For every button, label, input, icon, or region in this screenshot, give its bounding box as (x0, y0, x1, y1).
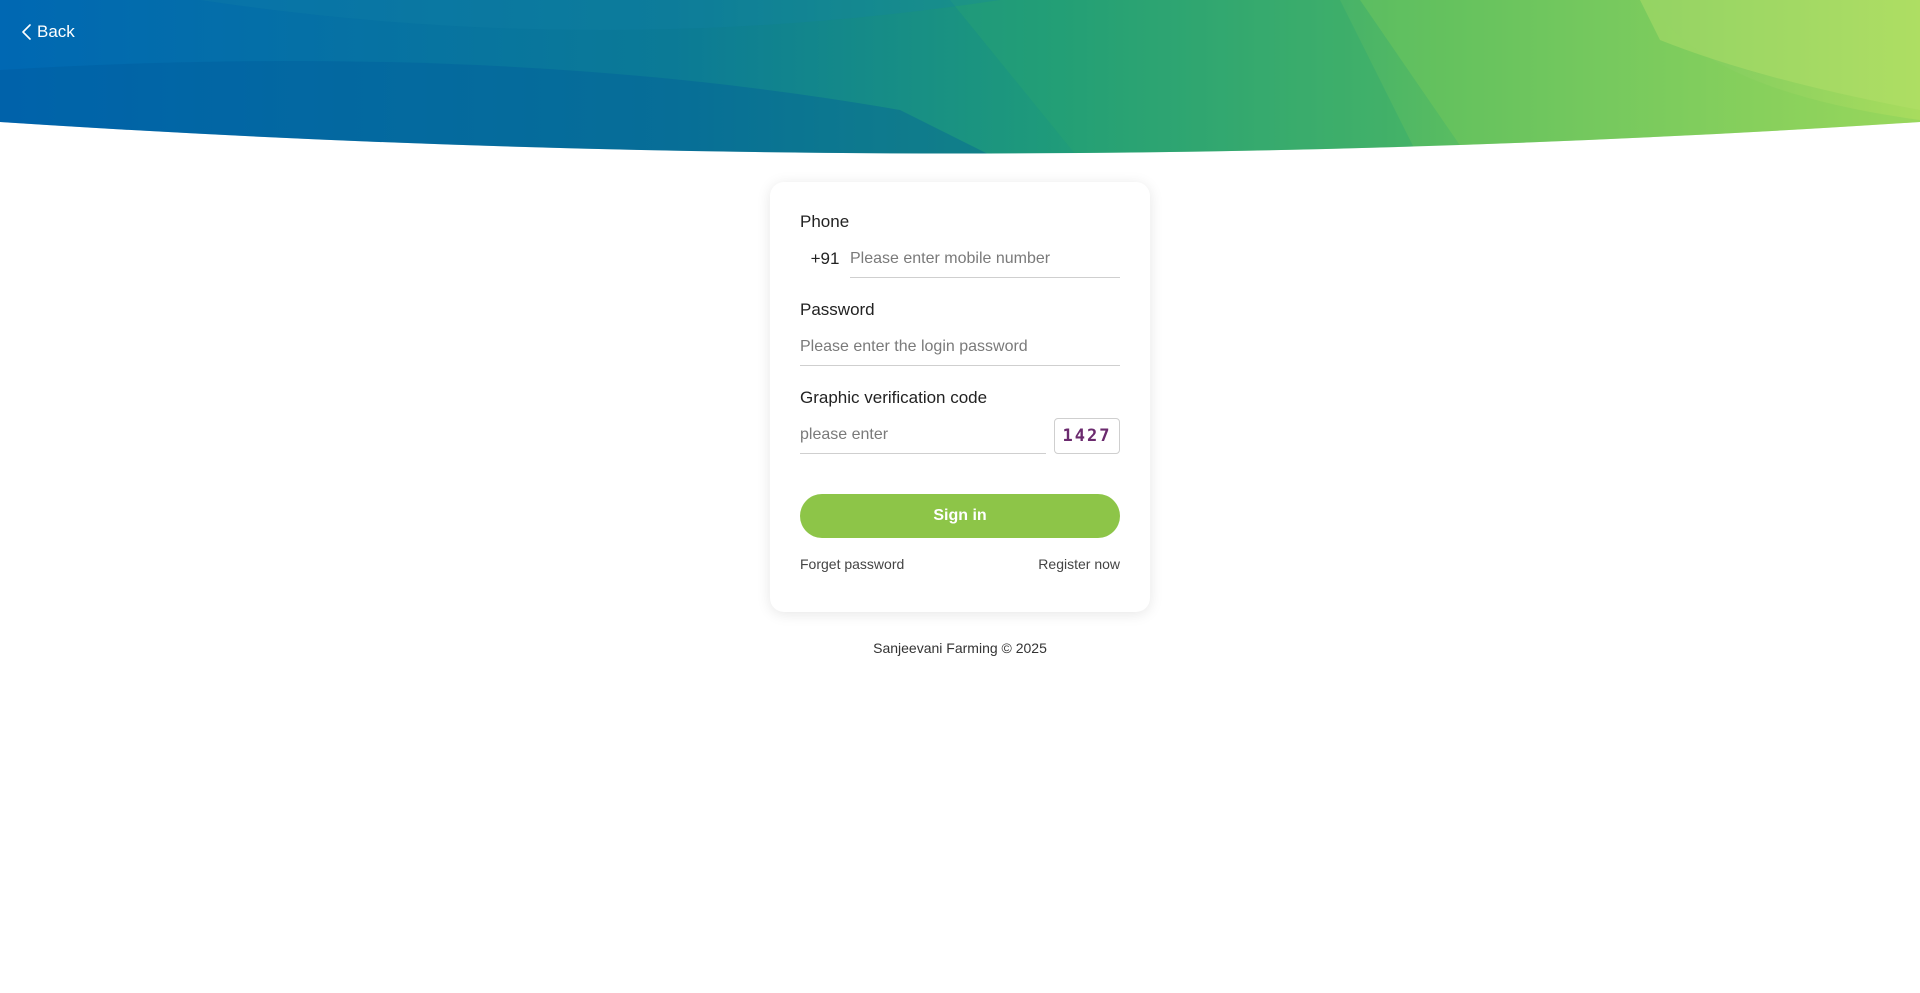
captcha-label: Graphic verification code (800, 388, 988, 407)
phone-label: Phone (800, 212, 850, 231)
captcha-row: 1427 (800, 416, 1120, 454)
back-button[interactable]: Back (22, 20, 75, 44)
login-card: Phone +91 Password Graphic verification … (770, 182, 1150, 612)
footer-copyright: Sanjeevani Farming © 2025 (873, 640, 1047, 656)
register-now-link[interactable]: Register now (1038, 556, 1120, 572)
forget-password-link[interactable]: Forget password (800, 556, 904, 572)
captcha-image[interactable]: 1427 (1054, 418, 1120, 454)
banner-graphic (0, 0, 1920, 154)
back-label: Back (37, 22, 75, 41)
password-input[interactable] (800, 328, 1120, 366)
captcha-input[interactable] (800, 416, 1046, 454)
auth-links: Forget password Register now (800, 556, 1120, 572)
chevron-left-icon (22, 24, 31, 40)
header-banner (0, 0, 1920, 160)
country-code[interactable]: +91 (800, 240, 850, 278)
login-page: Back Phone +91 Password Graphic verifica… (0, 0, 1920, 993)
signin-button[interactable]: Sign in (800, 494, 1120, 538)
phone-row: +91 (800, 240, 1120, 278)
phone-group: Phone +91 (800, 212, 1120, 278)
captcha-group: Graphic verification code 1427 (800, 388, 1120, 454)
phone-input[interactable] (850, 240, 1120, 278)
password-label: Password (800, 300, 875, 319)
password-group: Password (800, 300, 1120, 366)
